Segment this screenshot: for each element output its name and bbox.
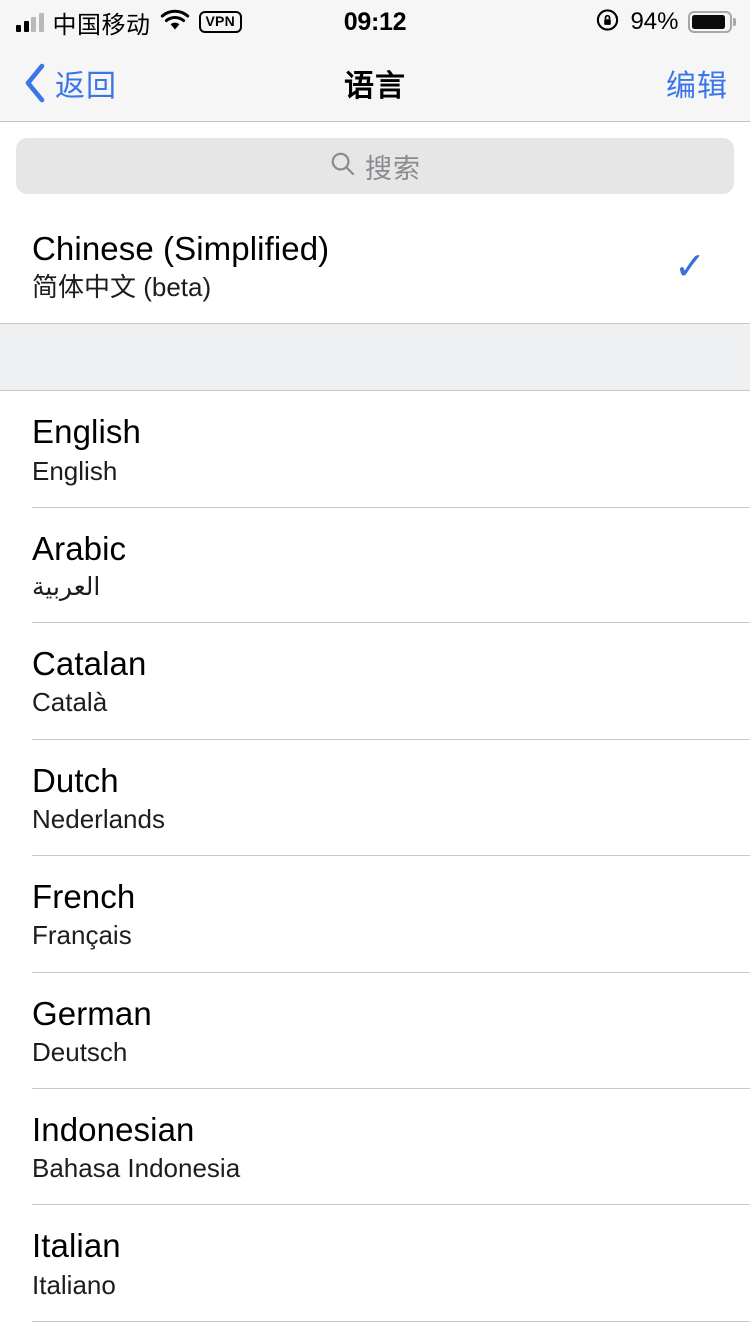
- language-row-content: Indonesian Bahasa Indonesia: [32, 1089, 718, 1204]
- search-placeholder: 搜索: [365, 153, 421, 184]
- wifi-icon: [160, 9, 190, 36]
- language-native-name: 简体中文 (beta): [32, 272, 212, 303]
- language-row-text: Catalan Català: [32, 645, 146, 718]
- language-name: English: [32, 413, 141, 451]
- cellular-signal-icon: [16, 12, 44, 32]
- language-row[interactable]: Italian Italiano: [0, 1205, 750, 1321]
- language-native-name: English: [32, 455, 118, 486]
- language-row-text: Italian Italiano: [32, 1227, 121, 1300]
- language-native-name: Nederlands: [32, 803, 165, 834]
- status-bar-right: 94%: [595, 0, 736, 44]
- chevron-left-icon: [22, 61, 48, 105]
- language-row-text: French Français: [32, 878, 135, 951]
- language-row-text: Dutch Nederlands: [32, 762, 165, 835]
- battery-percent-label: 94%: [630, 8, 679, 35]
- language-native-name: العربية: [32, 573, 101, 602]
- vpn-badge: VPN: [198, 11, 242, 33]
- language-row[interactable]: Catalan Català: [0, 623, 750, 739]
- status-bar: 中国移动 VPN 09:12 94%: [0, 0, 750, 44]
- language-name: Dutch: [32, 761, 119, 799]
- language-list-section: English English Arabic العربية Catalan Català…: [0, 391, 750, 1322]
- language-row[interactable]: English English: [0, 391, 750, 507]
- language-name: Indonesian: [32, 1110, 195, 1148]
- back-button-label: 返回: [55, 69, 117, 103]
- language-row-text: Chinese (Simplified) 简体中文 (beta): [32, 230, 329, 303]
- language-row-content: Arabic العربية: [32, 508, 718, 622]
- language-row-content: German Deutsch: [32, 973, 718, 1088]
- language-row-content: Italian Italiano: [32, 1205, 718, 1320]
- search-icon: [329, 150, 356, 182]
- language-row-content: Dutch Nederlands: [32, 740, 718, 855]
- language-name: Chinese (Simplified): [32, 230, 330, 267]
- selected-language-section: Chinese (Simplified) 简体中文 (beta) ✓: [0, 208, 750, 324]
- battery-icon: [687, 11, 736, 33]
- language-row-content: Catalan Català: [32, 623, 718, 738]
- language-name: German: [32, 994, 152, 1032]
- language-name: Catalan: [32, 645, 147, 683]
- clock-label: 09:12: [343, 7, 407, 36]
- language-name: Italian: [32, 1227, 121, 1265]
- back-button[interactable]: 返回: [22, 61, 117, 105]
- language-row[interactable]: Indonesian Bahasa Indonesia: [0, 1088, 750, 1205]
- language-row-text: English English: [32, 413, 141, 486]
- navigation-bar: 返回 语言 编辑: [0, 44, 750, 122]
- language-native-name: Deutsch: [32, 1036, 128, 1067]
- section-separator: [0, 323, 750, 392]
- language-row-content: French Français: [32, 856, 718, 971]
- language-row[interactable]: German Deutsch: [0, 972, 750, 1088]
- language-row[interactable]: French Français: [0, 856, 750, 972]
- language-row-text: Indonesian Bahasa Indonesia: [32, 1111, 240, 1184]
- language-native-name: Italiano: [32, 1269, 116, 1300]
- language-row-text: German Deutsch: [32, 995, 152, 1068]
- language-row[interactable]: Chinese (Simplified) 简体中文 (beta) ✓: [0, 208, 750, 324]
- language-row[interactable]: Dutch Nederlands: [0, 739, 750, 856]
- language-row[interactable]: Arabic العربية: [0, 507, 750, 623]
- language-row-text: Arabic العربية: [32, 530, 126, 602]
- rotation-lock-icon: [595, 7, 621, 38]
- carrier-label: 中国移动: [52, 11, 151, 39]
- search-input[interactable]: 搜索: [16, 138, 734, 194]
- language-name: Arabic: [32, 529, 127, 567]
- status-bar-left: 中国移动 VPN: [16, 5, 242, 40]
- language-native-name: Français: [32, 920, 132, 951]
- language-row-content: English English: [32, 391, 718, 506]
- checkmark-icon: ✓: [674, 245, 706, 288]
- language-name: French: [32, 878, 136, 916]
- search-bar-container: 搜索: [0, 122, 750, 208]
- edit-button[interactable]: 编辑: [666, 61, 728, 105]
- language-native-name: Bahasa Indonesia: [32, 1153, 241, 1184]
- row-divider: [32, 1320, 750, 1322]
- language-native-name: Català: [32, 687, 108, 718]
- phone-screen: 中国移动 VPN 09:12 94% 返回 语言 编辑 搜索 Chinese (…: [0, 0, 750, 1334]
- language-row-content: Chinese (Simplified) 简体中文 (beta) ✓: [32, 208, 718, 323]
